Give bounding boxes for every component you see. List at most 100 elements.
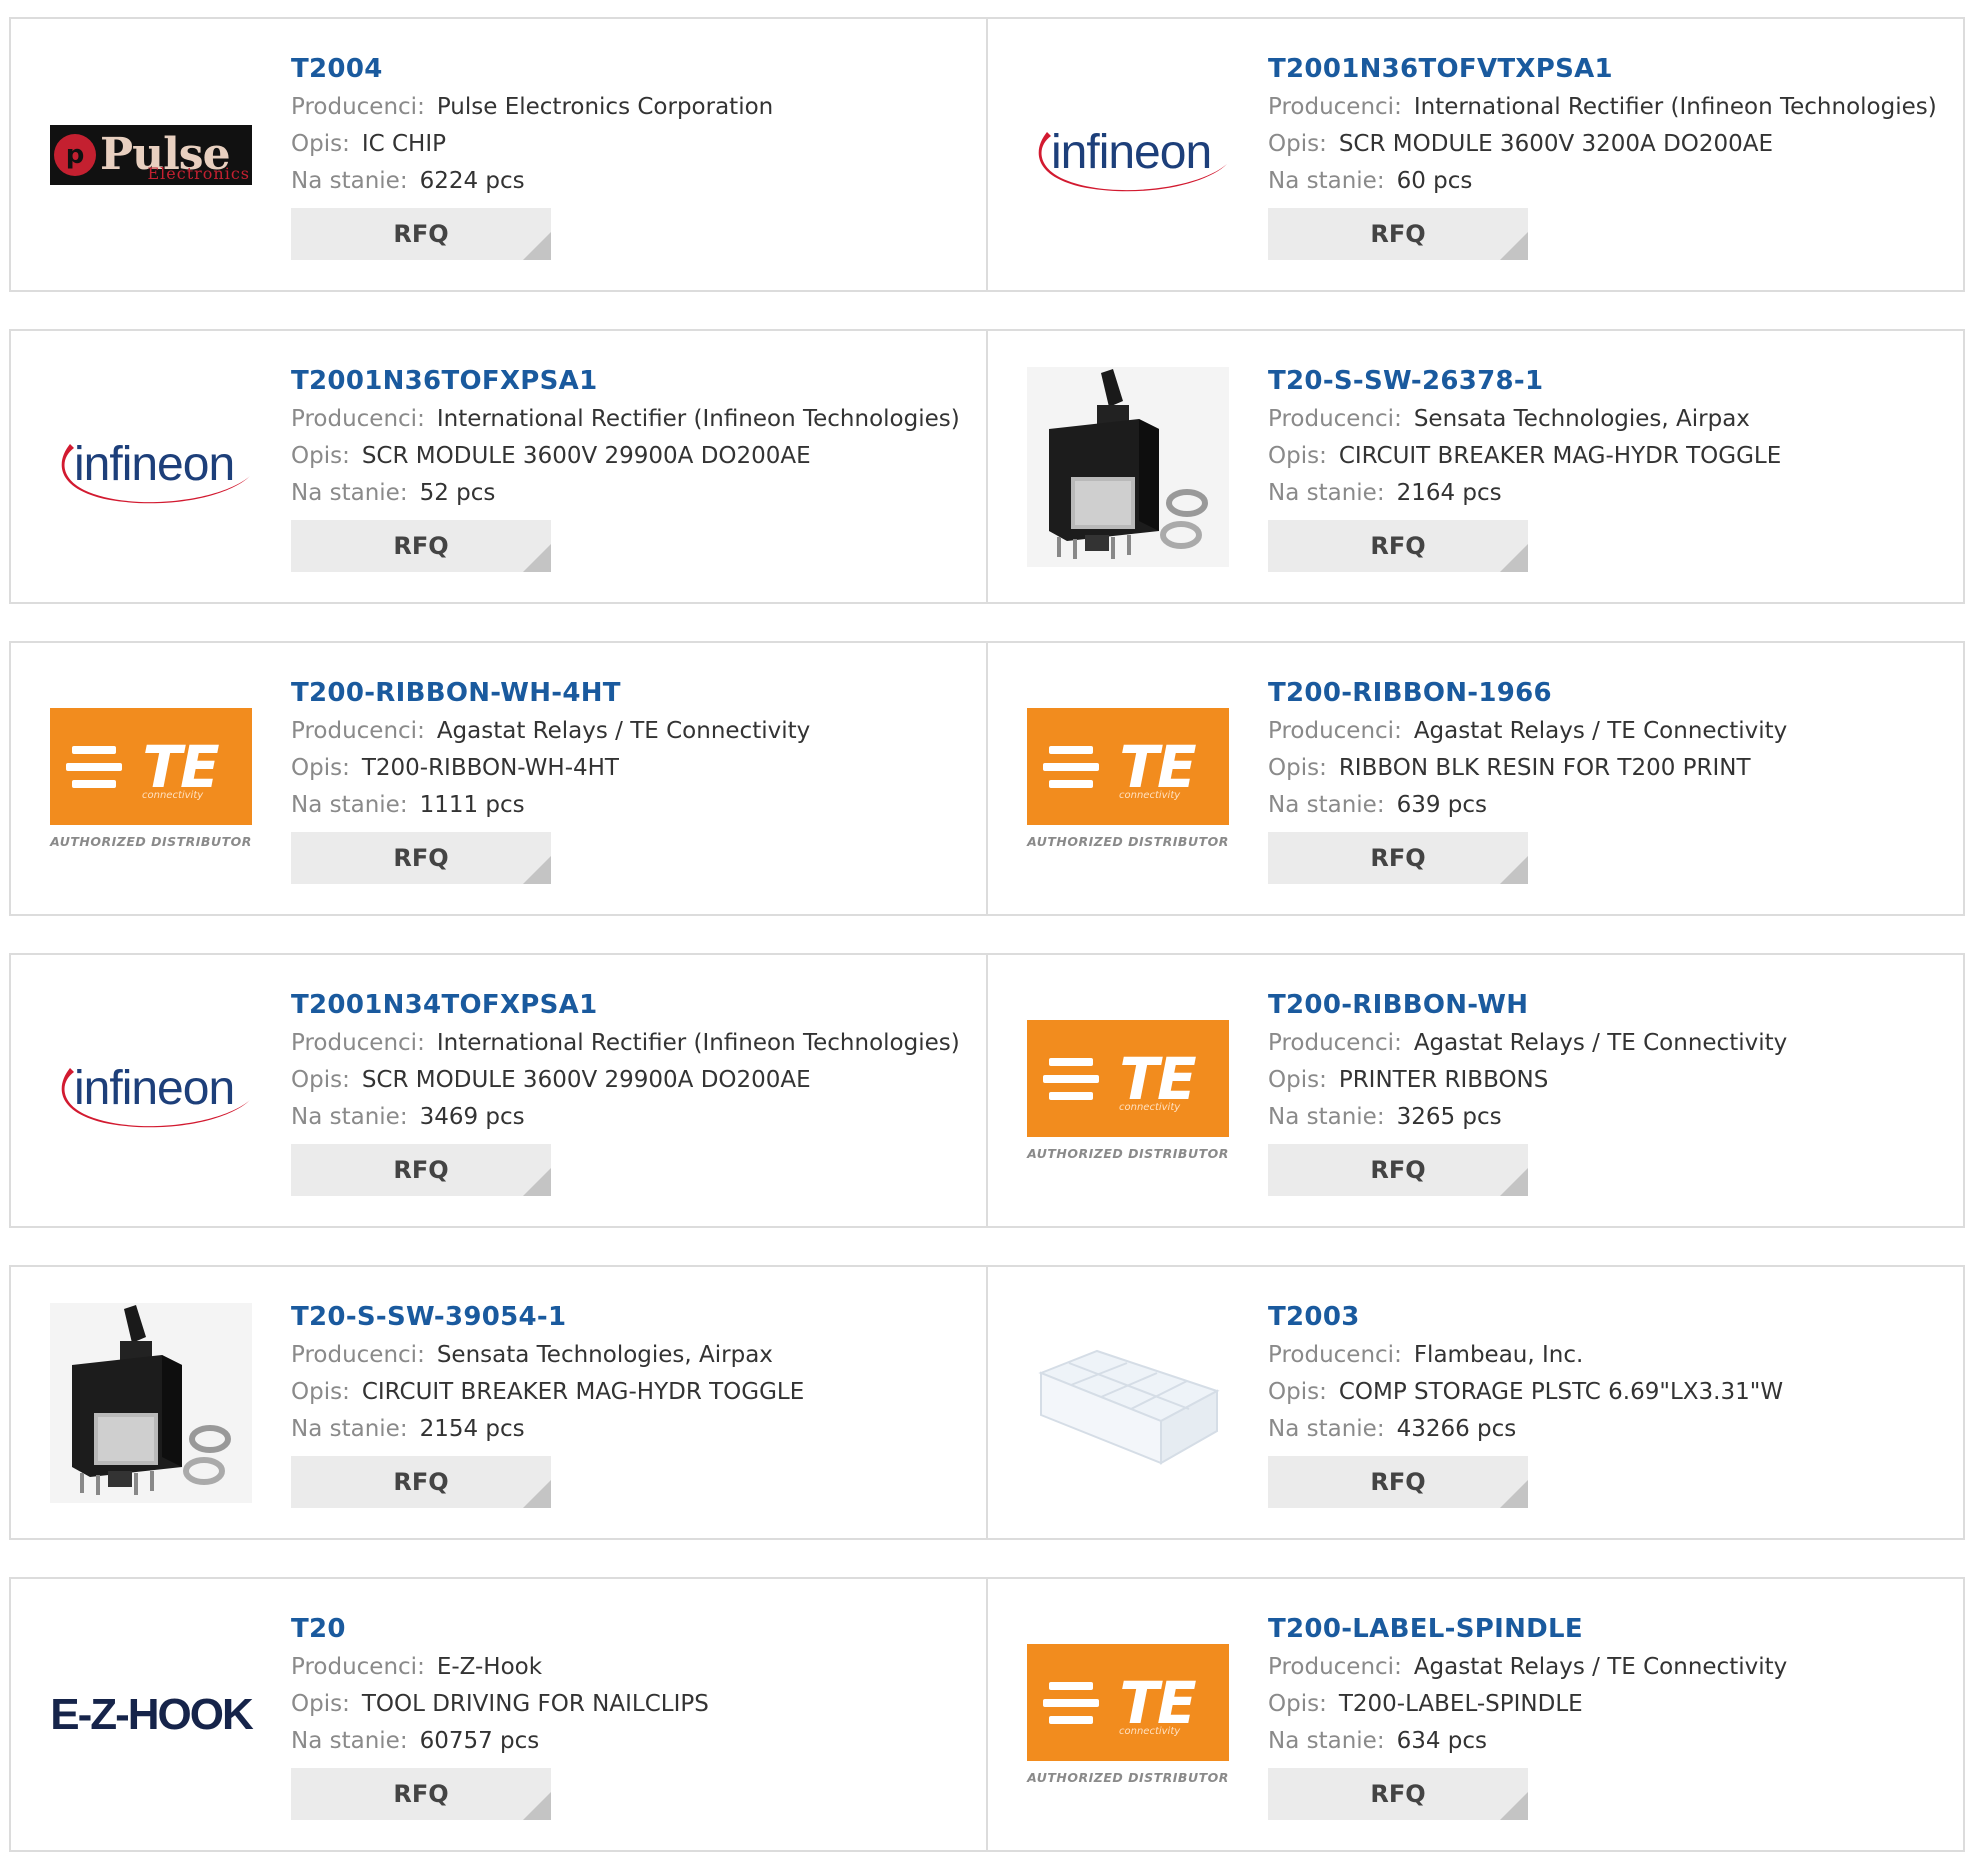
part-number-link[interactable]: T200-RIBBON-WH [1268, 985, 1787, 1025]
part-number-link[interactable]: T200-LABEL-SPINDLE [1268, 1609, 1787, 1649]
description-label: Opis: [291, 755, 350, 781]
manufacturer-row: Producenci: Sensata Technologies, Airpax [1268, 401, 1781, 438]
product-info: T2001N34TOFXPSA1 Producenci: Internationa… [291, 985, 960, 1196]
manufacturer-row: Producenci: Sensata Technologies, Airpax [291, 1337, 804, 1374]
description-label: Opis: [291, 1067, 350, 1093]
part-number-link[interactable]: T200-RIBBON-WH-4HT [291, 673, 810, 713]
manufacturer-logo[interactable]: TE connectivity AUTHORIZED DISTRIBUTOR [1027, 991, 1229, 1191]
part-number-link[interactable]: T2001N36TOFXPSA1 [291, 361, 960, 401]
manufacturer-row: Producenci: Agastat Relays / TE Connectiv… [1268, 1649, 1787, 1686]
manufacturer-logo[interactable] [1027, 1303, 1229, 1503]
manufacturer-row: Producenci: Agastat Relays / TE Connectiv… [1268, 713, 1787, 750]
part-number-link[interactable]: T20-S-SW-39054-1 [291, 1297, 804, 1337]
manufacturer-label: Producenci: [291, 718, 425, 744]
rfq-button[interactable]: RFQ [1268, 1768, 1528, 1820]
stock-value: 3469 pcs [419, 1104, 525, 1130]
description-value: CIRCUIT BREAKER MAG-HYDR TOGGLE [1338, 443, 1782, 469]
te-connectivity-logo: TE connectivity AUTHORIZED DISTRIBUTOR [50, 708, 252, 849]
product-card: T20-S-SW-26378-1 Producenci: Sensata Tech… [987, 329, 1965, 604]
stock-value: 1111 pcs [419, 792, 525, 818]
manufacturer-label: Producenci: [291, 1342, 425, 1368]
manufacturer-label: Producenci: [1268, 1030, 1402, 1056]
description-value: SCR MODULE 3600V 29900A DO200AE [361, 443, 811, 469]
stock-label: Na stanie: [1268, 1728, 1385, 1754]
product-card: T20-S-SW-39054-1 Producenci: Sensata Tech… [9, 1265, 987, 1540]
description-value: SCR MODULE 3600V 29900A DO200AE [361, 1067, 811, 1093]
stock-row: Na stanie: 2154 pcs [291, 1411, 804, 1448]
infineon-logo: infineon [1038, 126, 1227, 191]
description-label: Opis: [1268, 443, 1327, 469]
manufacturer-logo[interactable]: p Pulse Electronics [50, 55, 252, 255]
part-number-link[interactable]: T2003 [1268, 1297, 1783, 1337]
stock-value: 2154 pcs [419, 1416, 525, 1442]
product-info: T2001N36TOFXPSA1 Producenci: Internationa… [291, 361, 960, 572]
part-number-link[interactable]: T2004 [291, 49, 773, 89]
description-label: Opis: [1268, 1379, 1327, 1405]
manufacturer-logo[interactable]: infineon [50, 367, 252, 567]
description-label: Opis: [291, 1691, 350, 1717]
rfq-button[interactable]: RFQ [291, 1768, 551, 1820]
rfq-button[interactable]: RFQ [1268, 832, 1528, 884]
part-number-link[interactable]: T20 [291, 1609, 709, 1649]
rfq-button[interactable]: RFQ [1268, 1144, 1528, 1196]
manufacturer-row: Producenci: Agastat Relays / TE Connectiv… [1268, 1025, 1787, 1062]
svg-text:infineon: infineon [74, 1062, 234, 1115]
stock-label: Na stanie: [1268, 480, 1385, 506]
description-value: IC CHIP [361, 131, 446, 157]
rfq-button[interactable]: RFQ [1268, 520, 1528, 572]
rfq-button[interactable]: RFQ [291, 832, 551, 884]
manufacturer-row: Producenci: Flambeau, Inc. [1268, 1337, 1783, 1374]
stock-row: Na stanie: 52 pcs [291, 475, 960, 512]
stock-row: Na stanie: 60 pcs [1268, 163, 1937, 200]
stock-value: 3265 pcs [1396, 1104, 1502, 1130]
manufacturer-row: Producenci: International Rectifier (Infi… [1268, 89, 1937, 126]
rfq-button[interactable]: RFQ [1268, 208, 1528, 260]
manufacturer-label: Producenci: [291, 94, 425, 120]
stock-label: Na stanie: [1268, 168, 1385, 194]
manufacturer-logo[interactable]: E-Z-HOOK [50, 1615, 254, 1815]
svg-text:infineon: infineon [74, 438, 234, 491]
manufacturer-logo[interactable]: TE connectivity AUTHORIZED DISTRIBUTOR [50, 679, 252, 879]
rfq-button[interactable]: RFQ [1268, 1456, 1528, 1508]
stock-value: 60 pcs [1396, 168, 1473, 194]
toggle-breaker-photo [50, 1302, 252, 1503]
product-info: T200-RIBBON-WH Producenci: Agastat Relays… [1268, 985, 1787, 1196]
svg-text:infineon: infineon [1051, 126, 1211, 179]
stock-label: Na stanie: [291, 792, 408, 818]
stock-row: Na stanie: 43266 pcs [1268, 1411, 1783, 1448]
description-value: T200-RIBBON-WH-4HT [361, 755, 619, 781]
description-row: Opis: PRINTER RIBBONS [1268, 1062, 1787, 1099]
manufacturer-value: Sensata Technologies, Airpax [1413, 406, 1750, 432]
description-label: Opis: [291, 131, 350, 157]
part-number-link[interactable]: T200-RIBBON-1966 [1268, 673, 1787, 713]
rfq-button[interactable]: RFQ [291, 1144, 551, 1196]
part-number-link[interactable]: T2001N36TOFVTXPSA1 [1268, 49, 1937, 89]
stock-label: Na stanie: [291, 1104, 408, 1130]
product-card: TE connectivity AUTHORIZED DISTRIBUTOR T… [9, 641, 987, 916]
product-card: infineon T2001N36TOFXPSA1 Producenci: Int… [9, 329, 987, 604]
part-number-link[interactable]: T2001N34TOFXPSA1 [291, 985, 960, 1025]
te-connectivity-logo: TE connectivity AUTHORIZED DISTRIBUTOR [1027, 1020, 1229, 1161]
manufacturer-row: Producenci: E-Z-Hook [291, 1649, 709, 1686]
manufacturer-logo[interactable] [1027, 366, 1229, 567]
manufacturer-logo[interactable]: infineon [50, 991, 252, 1191]
manufacturer-logo[interactable] [50, 1302, 252, 1503]
infineon-logo: infineon [61, 438, 250, 503]
description-row: Opis: SCR MODULE 3600V 3200A DO200AE [1268, 126, 1937, 163]
manufacturer-logo[interactable]: TE connectivity AUTHORIZED DISTRIBUTOR [1027, 679, 1229, 879]
description-row: Opis: SCR MODULE 3600V 29900A DO200AE [291, 438, 960, 475]
rfq-button[interactable]: RFQ [291, 1456, 551, 1508]
rfq-button[interactable]: RFQ [291, 520, 551, 572]
infineon-logo: infineon [61, 1062, 250, 1127]
manufacturer-logo[interactable]: infineon [1027, 55, 1229, 255]
manufacturer-value: Agastat Relays / TE Connectivity [1413, 718, 1788, 744]
rfq-button[interactable]: RFQ [291, 208, 551, 260]
manufacturer-logo[interactable]: TE connectivity AUTHORIZED DISTRIBUTOR [1027, 1615, 1229, 1815]
manufacturer-label: Producenci: [291, 1030, 425, 1056]
product-info: T2003 Producenci: Flambeau, Inc. Opis: COM… [1268, 1297, 1783, 1508]
part-number-link[interactable]: T20-S-SW-26378-1 [1268, 361, 1781, 401]
pulse-electronics-logo: p Pulse Electronics [50, 124, 252, 185]
description-value: SCR MODULE 3600V 3200A DO200AE [1338, 131, 1774, 157]
manufacturer-label: Producenci: [291, 406, 425, 432]
stock-row: Na stanie: 2164 pcs [1268, 475, 1781, 512]
